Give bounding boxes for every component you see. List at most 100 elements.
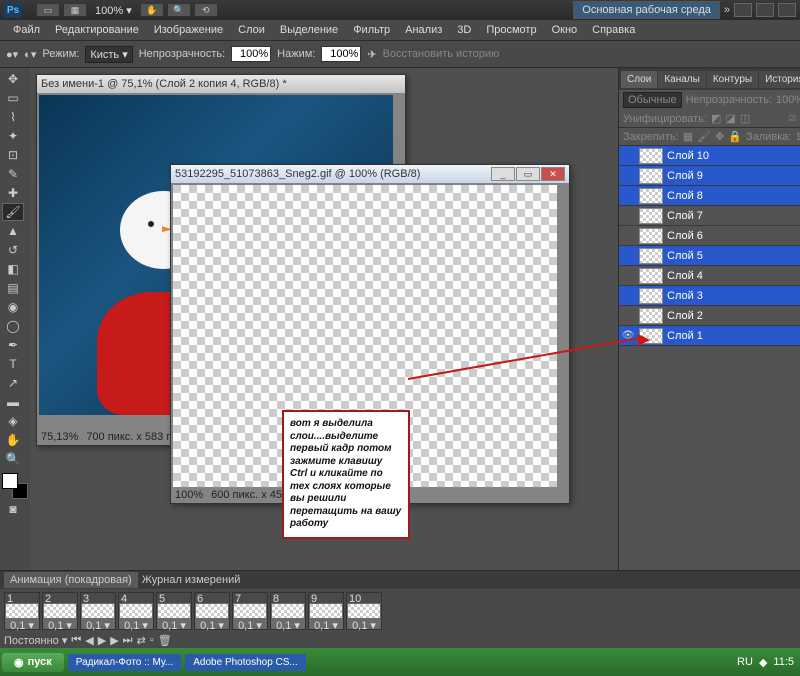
expand-panels-icon[interactable]: » [724,4,730,16]
layer-row[interactable]: Слой 10 [619,146,800,166]
eyedropper-tool[interactable]: ✎ [2,165,24,183]
type-tool[interactable]: T [2,355,24,373]
doc2-minimize[interactable]: _ [491,167,515,181]
lock-pixels-icon[interactable]: 🖌 [697,130,711,143]
tab-animation[interactable]: Анимация (покадровая) [4,572,138,588]
visibility-icon[interactable] [621,229,635,243]
menu-analysis[interactable]: Анализ [398,22,449,38]
propagate-check[interactable]: ☑ [789,114,796,123]
crop-tool[interactable]: ⊡ [2,146,24,164]
visibility-icon[interactable] [621,289,635,303]
wand-tool[interactable]: ✦ [2,127,24,145]
animation-frame[interactable]: 60,1 ▾ [194,592,230,630]
menu-file[interactable]: Файл [6,22,47,38]
restore-history[interactable]: Восстановить историю [383,48,500,60]
layer-thumb[interactable] [639,288,663,304]
tab-channels[interactable]: Каналы [658,71,706,88]
visibility-icon[interactable] [621,169,635,183]
lock-position-icon[interactable]: ✥ [715,130,724,143]
next-frame-icon[interactable]: ▶ [110,634,118,647]
rotate-view-icon[interactable]: ⟲ [194,3,218,17]
layer-row[interactable]: Слой 4 [619,266,800,286]
brush-picker-icon[interactable]: ◐▾ [24,48,36,61]
airbrush-icon[interactable]: ✈ [367,48,376,61]
dodge-tool[interactable]: ◯ [2,317,24,335]
prev-frame-icon[interactable]: ◀ [85,634,93,647]
animation-frame[interactable]: 30,1 ▾ [80,592,116,630]
layer-row[interactable]: Слой 7 [619,206,800,226]
lock-all-icon[interactable]: 🔒 [728,130,742,143]
layer-row[interactable]: Слой 9 [619,166,800,186]
zoom-tool[interactable]: 🔍 [2,450,24,468]
arrange-btn[interactable]: ▦ [63,3,87,17]
screen-mode-btn[interactable]: ▭ [36,3,60,17]
lock-transparency-icon[interactable]: ▦ [683,130,693,143]
menu-edit[interactable]: Редактирование [48,22,146,38]
visibility-icon[interactable] [621,189,635,203]
path-tool[interactable]: ↗ [2,374,24,392]
menu-image[interactable]: Изображение [147,22,230,38]
animation-frame[interactable]: 100,1 ▾ [346,592,382,630]
visibility-icon[interactable] [621,309,635,323]
doc1-zoom[interactable]: 75,13% [41,431,78,443]
zoom-level[interactable]: 100% ▾ [95,4,132,17]
menu-select[interactable]: Выделение [273,22,345,38]
heal-tool[interactable]: ✚ [2,184,24,202]
doc2-title[interactable]: 53192295_51073863_Sneg2.gif @ 100% (RGB/… [171,165,569,183]
animation-frame[interactable]: 50,1 ▾ [156,592,192,630]
last-frame-icon[interactable]: ⏭ [123,634,133,647]
visibility-icon[interactable] [621,209,635,223]
layer-thumb[interactable] [639,228,663,244]
layer-thumb[interactable] [639,148,663,164]
move-tool[interactable]: ✥ [2,70,24,88]
flow-input[interactable] [321,46,361,62]
layer-thumb[interactable] [639,308,663,324]
animation-frame[interactable]: 70,1 ▾ [232,592,268,630]
menu-layer[interactable]: Слои [231,22,272,38]
doc2-close[interactable]: ✕ [541,167,565,181]
doc1-title[interactable]: Без имени-1 @ 75,1% (Слой 2 копия 4, RGB… [37,75,405,93]
layer-thumb[interactable] [639,188,663,204]
start-button[interactable]: ◉пуск [2,653,64,672]
layer-row[interactable]: Слой 5 [619,246,800,266]
animation-frame[interactable]: 20,1 ▾ [42,592,78,630]
layer-row[interactable]: Слой 6 [619,226,800,246]
maximize-button[interactable] [756,3,774,17]
shape-tool[interactable]: ▬ [2,393,24,411]
opacity-input[interactable] [231,46,271,62]
delete-frame-icon[interactable]: 🗑 [158,634,172,647]
fill-value[interactable]: 100% [795,131,800,143]
doc2-maximize[interactable]: ▭ [516,167,540,181]
tab-layers[interactable]: Слои [621,71,657,88]
menu-help[interactable]: Справка [585,22,642,38]
taskbar-item-2[interactable]: Adobe Photoshop CS... [185,654,306,671]
layer-thumb[interactable] [639,268,663,284]
minimize-button[interactable] [734,3,752,17]
hand-tool[interactable]: ✋ [2,431,24,449]
lasso-tool[interactable]: ⌇ [2,108,24,126]
zoom-tool-icon[interactable]: 🔍 [167,3,191,17]
visibility-icon[interactable] [621,249,635,263]
unify-icon-1[interactable]: ◩ [711,112,721,125]
tray-icon[interactable]: ◆ [759,656,767,669]
quickmask-icon[interactable]: ◙ [2,500,24,518]
new-frame-icon[interactable]: ▫ [150,634,154,646]
marquee-tool[interactable]: ▭ [2,89,24,107]
panel-opacity[interactable]: 100% [776,94,800,106]
mode-select[interactable]: Кисть ▾ [85,46,132,63]
workspace-selector[interactable]: Основная рабочая среда [573,1,720,19]
first-frame-icon[interactable]: ⏮ [71,634,81,647]
menu-filter[interactable]: Фильтр [346,22,397,38]
tab-history[interactable]: История [759,71,800,88]
history-brush-tool[interactable]: ↺ [2,241,24,259]
blur-tool[interactable]: ◉ [2,298,24,316]
menu-view[interactable]: Просмотр [479,22,543,38]
stamp-tool[interactable]: ▲ [2,222,24,240]
layer-thumb[interactable] [639,168,663,184]
eraser-tool[interactable]: ◧ [2,260,24,278]
visibility-icon[interactable] [621,269,635,283]
layer-row[interactable]: Слой 2 [619,306,800,326]
animation-frame[interactable]: 80,1 ▾ [270,592,306,630]
layer-thumb[interactable] [639,208,663,224]
menu-3d[interactable]: 3D [450,22,478,38]
